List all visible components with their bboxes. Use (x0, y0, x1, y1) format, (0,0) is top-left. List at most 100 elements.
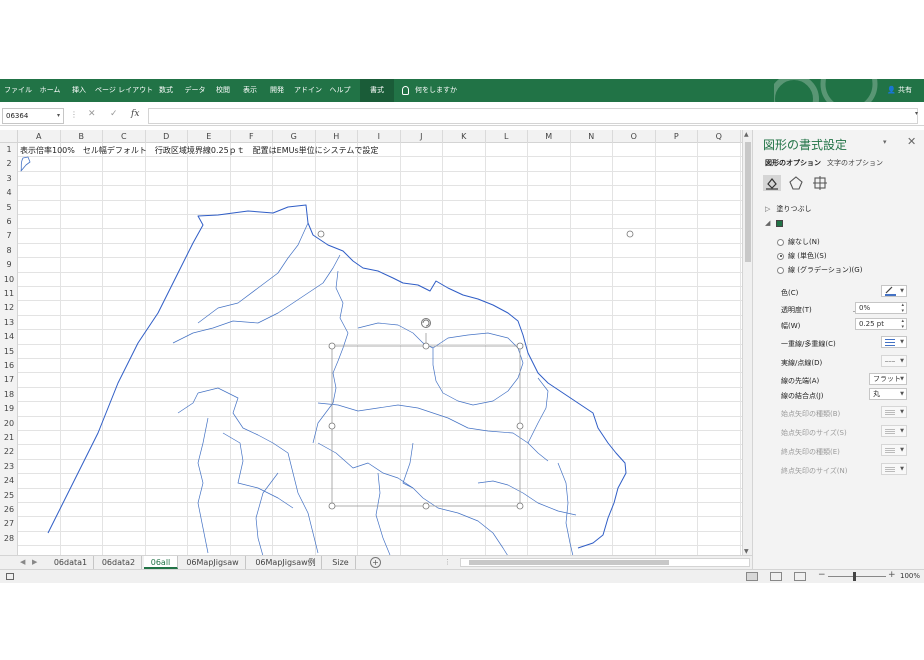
row-header-22[interactable]: 22 (0, 445, 18, 459)
sheet-tab-06data1[interactable]: 06data1 (48, 556, 94, 569)
zoom-slider-thumb[interactable] (853, 572, 856, 581)
begin-arrow-size-dropdown[interactable]: ▼ (881, 425, 907, 437)
enter-icon[interactable]: ✓ (110, 109, 118, 119)
row-header-21[interactable]: 21 (0, 431, 18, 445)
radio-gradient-line[interactable]: 線 (グラデーション)(G) (777, 265, 862, 275)
sheet-tab-06data2[interactable]: 06data2 (96, 556, 142, 569)
close-icon[interactable]: ✕ (907, 135, 916, 148)
row-header-2[interactable]: 2 (0, 157, 18, 171)
end-arrow-size-dropdown[interactable]: ▼ (881, 463, 907, 475)
begin-arrow-type-dropdown[interactable]: ▼ (881, 406, 907, 418)
pane-options-icon[interactable]: ▾ (883, 138, 887, 146)
row-header-16[interactable]: 16 (0, 359, 18, 373)
tab-format[interactable]: 書式 (360, 79, 394, 102)
spinner-icon[interactable]: ▴ ▾ (901, 318, 904, 330)
drag-handle-icon[interactable]: ⋮ (70, 110, 78, 119)
cap-type-dropdown[interactable]: フラット ▼ (869, 373, 907, 385)
sheet-tab-06mapjigsaw[interactable]: 06MapJigsaw (180, 556, 246, 569)
zoom-level[interactable]: 100% (900, 572, 920, 580)
sheet-prev-icon[interactable]: ◀ (20, 558, 25, 566)
tab-developer[interactable]: 開発 (266, 79, 288, 102)
tab-formulas[interactable]: 数式 (155, 79, 177, 102)
radio-button-selected[interactable] (777, 252, 784, 260)
column-header-n[interactable]: N (571, 130, 613, 143)
scroll-down-icon[interactable]: ▼ (744, 548, 749, 555)
column-header-p[interactable]: P (656, 130, 698, 143)
hscroll-thumb[interactable] (469, 560, 669, 565)
row-header-1[interactable]: 1 (0, 143, 18, 157)
column-header-h[interactable]: H (316, 130, 358, 143)
row-header-14[interactable]: 14 (0, 330, 18, 344)
sheet-tab-06mapjigsaw-example[interactable]: 06MapJigsaw例 (250, 556, 322, 569)
tab-file[interactable]: ファイル (4, 79, 32, 102)
row-header-25[interactable]: 25 (0, 489, 18, 503)
tab-text-options[interactable]: 文字のオプション (827, 158, 883, 168)
size-properties-icon[interactable] (811, 175, 829, 191)
spinner-icon[interactable]: ▴ ▾ (901, 302, 904, 314)
fill-line-icon[interactable] (763, 175, 781, 191)
vertical-scrollbar[interactable]: ▲ ▼ (742, 130, 752, 556)
join-type-dropdown[interactable]: 丸 ▼ (869, 388, 907, 400)
tab-page-layout[interactable]: ページ レイアウト (95, 79, 153, 102)
width-input[interactable]: 0.25 pt ▴ ▾ (855, 318, 907, 330)
row-header-17[interactable]: 17 (0, 373, 18, 387)
row-header-27[interactable]: 27 (0, 517, 18, 531)
tab-addins[interactable]: アドイン (293, 79, 323, 102)
horizontal-scrollbar[interactable] (460, 558, 750, 567)
row-header-24[interactable]: 24 (0, 474, 18, 488)
tab-insert[interactable]: 挿入 (68, 79, 90, 102)
tab-help[interactable]: ヘルプ (327, 79, 353, 102)
tab-home[interactable]: ホーム (36, 79, 64, 102)
worksheet-grid[interactable]: ABCDEFGHIJKLMNOPQ 1 2 3 4 5 6 7 8 9 10 11 12 13 14 15 1… (0, 130, 742, 556)
prefecture-map[interactable] (18, 143, 742, 556)
radio-button[interactable] (777, 238, 784, 246)
column-header-g[interactable]: G (273, 130, 316, 143)
scroll-thumb[interactable] (745, 142, 751, 262)
column-header-a[interactable]: A (18, 130, 61, 143)
zoom-slider[interactable] (828, 576, 886, 577)
row-header-11[interactable]: 11 (0, 287, 18, 301)
page-break-view-icon[interactable] (794, 572, 806, 581)
row-header-6[interactable]: 6 (0, 215, 18, 229)
dash-type-dropdown[interactable]: ▼ (881, 355, 907, 367)
row-header-15[interactable]: 15 (0, 345, 18, 359)
tab-review[interactable]: 校閲 (212, 79, 234, 102)
column-header-m[interactable]: M (528, 130, 571, 143)
fill-section-header[interactable]: ▷ 塗りつぶし (765, 204, 811, 214)
row-header-20[interactable]: 20 (0, 417, 18, 431)
column-header-k[interactable]: K (443, 130, 486, 143)
select-all-corner[interactable] (0, 130, 18, 143)
column-header-c[interactable]: C (103, 130, 146, 143)
column-header-f[interactable]: F (231, 130, 273, 143)
tab-split-icon[interactable]: ⋮ (444, 558, 451, 566)
row-header-8[interactable]: 8 (0, 244, 18, 258)
row-header-5[interactable]: 5 (0, 201, 18, 215)
column-header-b[interactable]: B (61, 130, 103, 143)
effects-icon[interactable] (787, 175, 805, 191)
add-sheet-icon[interactable]: + (370, 557, 381, 568)
compound-type-dropdown[interactable]: ▼ (881, 336, 907, 348)
macro-record-icon[interactable] (6, 573, 14, 580)
chevron-down-icon[interactable]: ▾ (57, 109, 60, 123)
sheet-tab-06all[interactable]: 06all (144, 556, 178, 569)
row-header-19[interactable]: 19 (0, 402, 18, 416)
line-color-picker[interactable]: ▼ (881, 285, 907, 297)
column-header-q[interactable]: Q (698, 130, 741, 143)
sheet-next-icon[interactable]: ▶ (32, 558, 37, 566)
sheet-tab-size[interactable]: Size (326, 556, 356, 569)
scroll-up-icon[interactable]: ▲ (744, 131, 749, 138)
insert-function-icon[interactable]: fx (131, 109, 139, 119)
column-header-j[interactable]: J (401, 130, 443, 143)
formula-input[interactable] (148, 108, 918, 124)
row-header-26[interactable]: 26 (0, 503, 18, 517)
expand-formula-icon[interactable]: ▾ (915, 110, 918, 117)
zoom-in-icon[interactable]: + (888, 570, 896, 580)
column-header-l[interactable]: L (486, 130, 528, 143)
tell-me-search[interactable]: 何をしますか (402, 79, 457, 102)
transparency-input[interactable]: 0% ▴ ▾ (855, 302, 907, 314)
column-header-o[interactable]: O (613, 130, 656, 143)
zoom-out-icon[interactable]: − (818, 570, 826, 580)
column-header-i[interactable]: I (358, 130, 401, 143)
name-box[interactable]: 06364 ▾ (2, 108, 64, 124)
row-header-4[interactable]: 4 (0, 186, 18, 200)
